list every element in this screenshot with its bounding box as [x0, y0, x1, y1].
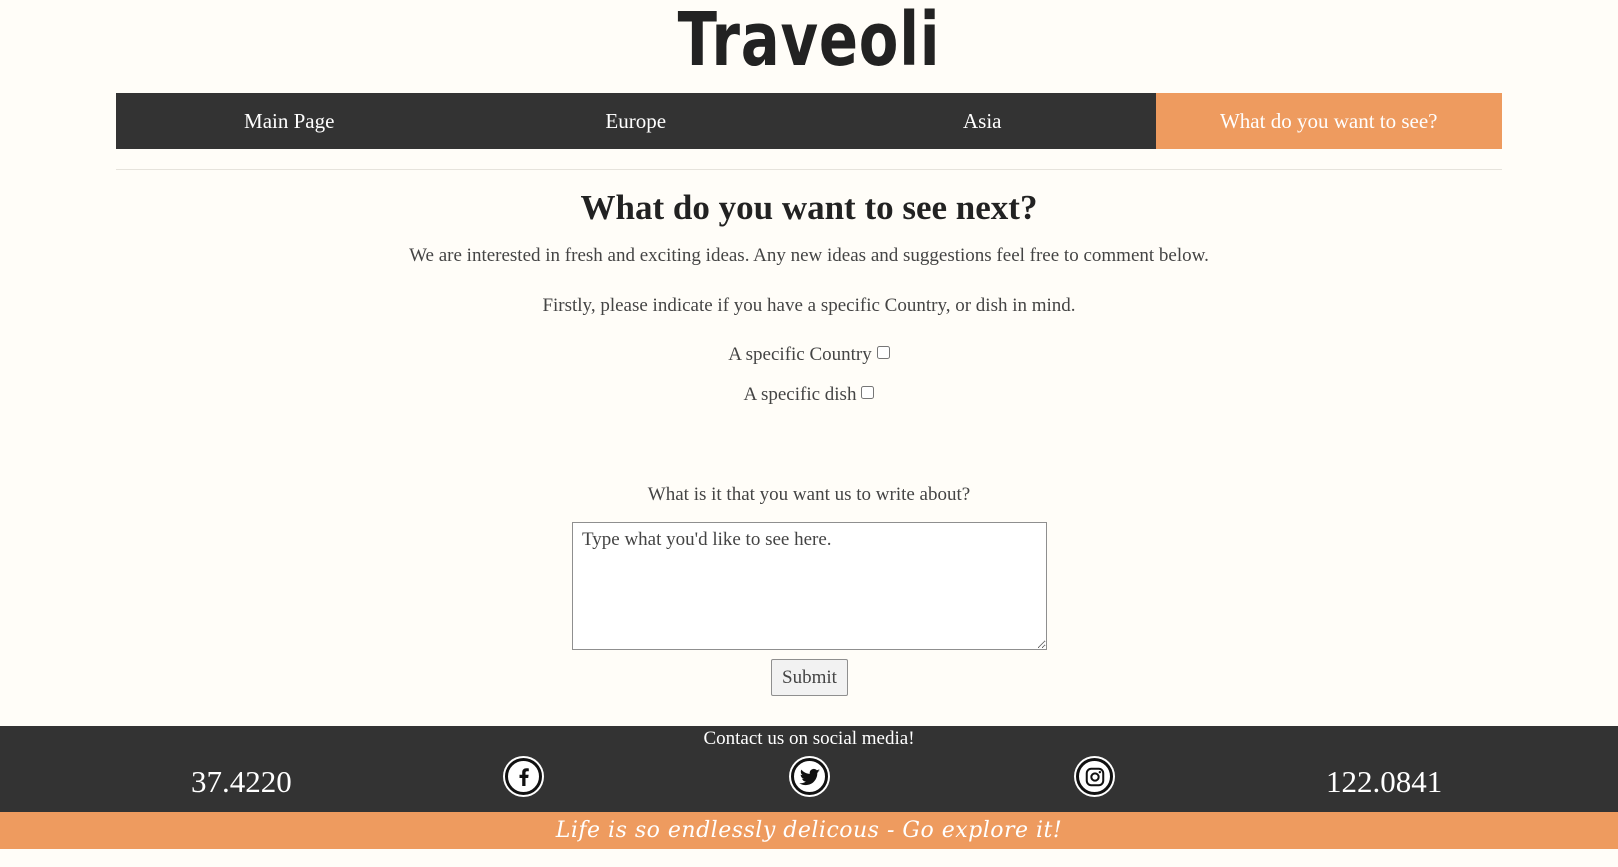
- twitter-icon[interactable]: [791, 758, 828, 795]
- country-checkbox-row: A specific Country: [0, 344, 1618, 366]
- country-checkbox-label: A specific Country: [728, 344, 872, 365]
- tagline-bar: Life is so endlessly delicous - Go explo…: [0, 812, 1618, 849]
- country-checkbox[interactable]: [876, 345, 890, 359]
- nav-item-main-page[interactable]: Main Page: [116, 93, 463, 149]
- main-nav: Main Page Europe Asia What do you want t…: [116, 93, 1502, 149]
- left-coordinate: 37.4220: [191, 764, 292, 799]
- question-text: What is it that you want us to write abo…: [647, 484, 971, 505]
- page-heading: What do you want to see next?: [580, 188, 1038, 227]
- intro-text: We are interested in fresh and exciting …: [409, 245, 1209, 266]
- dish-checkbox[interactable]: [861, 385, 875, 399]
- footer-heading: Contact us on social media!: [703, 728, 915, 749]
- nav-item-asia[interactable]: Asia: [809, 93, 1156, 149]
- dish-checkbox-row: A specific dish: [0, 384, 1618, 406]
- prompt-text: Firstly, please indicate if you have a s…: [542, 295, 1076, 316]
- instagram-icon[interactable]: [1076, 758, 1113, 795]
- right-coordinate: 122.0841: [1326, 764, 1443, 799]
- tagline: Life is so endlessly delicous - Go explo…: [555, 818, 1063, 843]
- site-title: Traveoli: [677, 0, 941, 83]
- suggestion-textarea[interactable]: [572, 522, 1047, 650]
- nav-item-what-do-you-want-to-see[interactable]: What do you want to see?: [1155, 93, 1502, 149]
- submit-button[interactable]: Submit: [771, 659, 848, 696]
- facebook-icon[interactable]: [505, 758, 542, 795]
- footer: Contact us on social media! 37.4220 122.…: [0, 726, 1618, 812]
- divider: [116, 169, 1502, 170]
- dish-checkbox-label: A specific dish: [743, 384, 857, 405]
- nav-item-europe[interactable]: Europe: [463, 93, 810, 149]
